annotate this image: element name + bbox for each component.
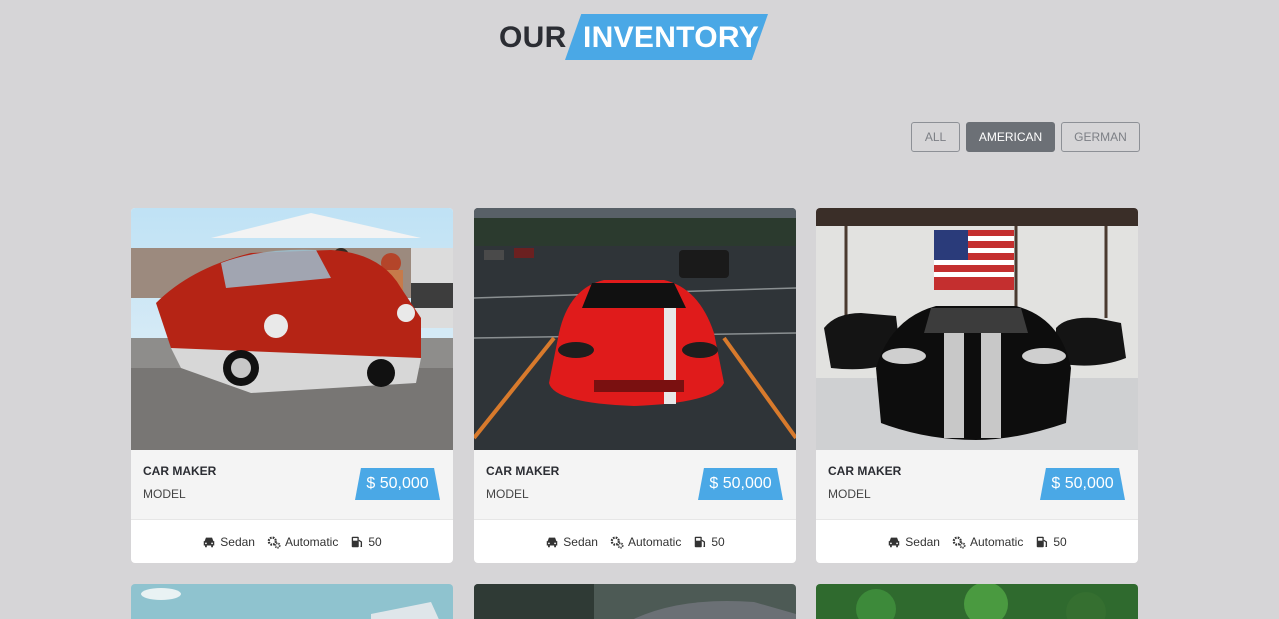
car-photo-red-classic[interactable] [131, 208, 453, 450]
gears-icon [610, 536, 624, 549]
transmission: Automatic [627, 534, 682, 549]
filter-all-button[interactable]: ALL [911, 122, 960, 152]
car-card-4-photo[interactable] [131, 584, 453, 619]
fuel-value: 50 [1053, 534, 1067, 549]
filter-bar: ALL AMERICAN GERMAN [911, 122, 1140, 152]
car-card-3[interactable]: CAR MAKER MODEL $ 50,000 Sedan Automatic… [816, 208, 1138, 563]
transmission: Automatic [284, 534, 339, 549]
gears-icon [952, 536, 966, 549]
car-photo-black-vipers[interactable] [816, 208, 1138, 450]
spec-transmission: Automatic [952, 535, 1023, 549]
spec-fuel: 50 [693, 534, 725, 549]
car-price: $ 50,000 [709, 475, 772, 492]
car-card-5-photo[interactable] [474, 584, 796, 619]
car-icon [889, 537, 900, 547]
spec-body: Sedan [202, 535, 255, 549]
car-photo-red-viper[interactable] [474, 208, 796, 450]
body-type: Sedan [905, 534, 940, 549]
car-card-1[interactable]: CAR MAKER MODEL $ 50,000 Sedan Automatic… [131, 208, 453, 563]
fuel-pump-icon [695, 536, 706, 547]
car-specs: Sedan Automatic 50 [474, 520, 796, 563]
body-type: Sedan [563, 534, 598, 549]
spec-fuel: 50 [1035, 534, 1067, 549]
car-price: $ 50,000 [1051, 475, 1114, 492]
car-icon [204, 537, 215, 547]
transmission: Automatic [969, 534, 1024, 549]
gears-icon [267, 536, 281, 549]
card-info: CAR MAKER MODEL $ 50,000 [474, 450, 796, 520]
car-model: MODEL [828, 487, 871, 501]
page-title: OUR INVENTORY [0, 14, 1279, 60]
spec-body: Sedan [545, 535, 598, 549]
car-maker: CAR MAKER [828, 464, 902, 478]
card-info: CAR MAKER MODEL $ 50,000 [131, 450, 453, 520]
fuel-pump-icon [1037, 536, 1048, 547]
car-card-6-photo[interactable] [816, 584, 1138, 619]
body-type: Sedan [220, 534, 255, 549]
car-maker: CAR MAKER [486, 464, 560, 478]
title-inventory: INVENTORY [583, 21, 760, 54]
card-info: CAR MAKER MODEL $ 50,000 [816, 450, 1138, 520]
car-specs: Sedan Automatic 50 [131, 520, 453, 563]
spec-fuel: 50 [350, 534, 382, 549]
car-model: MODEL [143, 487, 186, 501]
fuel-value: 50 [711, 534, 725, 549]
fuel-value: 50 [368, 534, 382, 549]
spec-transmission: Automatic [610, 535, 681, 549]
fuel-pump-icon [352, 536, 363, 547]
title-our: OUR [499, 21, 567, 54]
filter-german-button[interactable]: GERMAN [1061, 122, 1140, 152]
car-icon [547, 537, 558, 547]
spec-transmission: Automatic [267, 535, 338, 549]
car-card-2[interactable]: CAR MAKER MODEL $ 50,000 Sedan Automatic… [474, 208, 796, 563]
car-specs: Sedan Automatic 50 [816, 520, 1138, 563]
car-model: MODEL [486, 487, 529, 501]
car-price: $ 50,000 [366, 475, 429, 492]
spec-body: Sedan [887, 535, 940, 549]
filter-american-button[interactable]: AMERICAN [966, 122, 1055, 152]
car-maker: CAR MAKER [143, 464, 217, 478]
